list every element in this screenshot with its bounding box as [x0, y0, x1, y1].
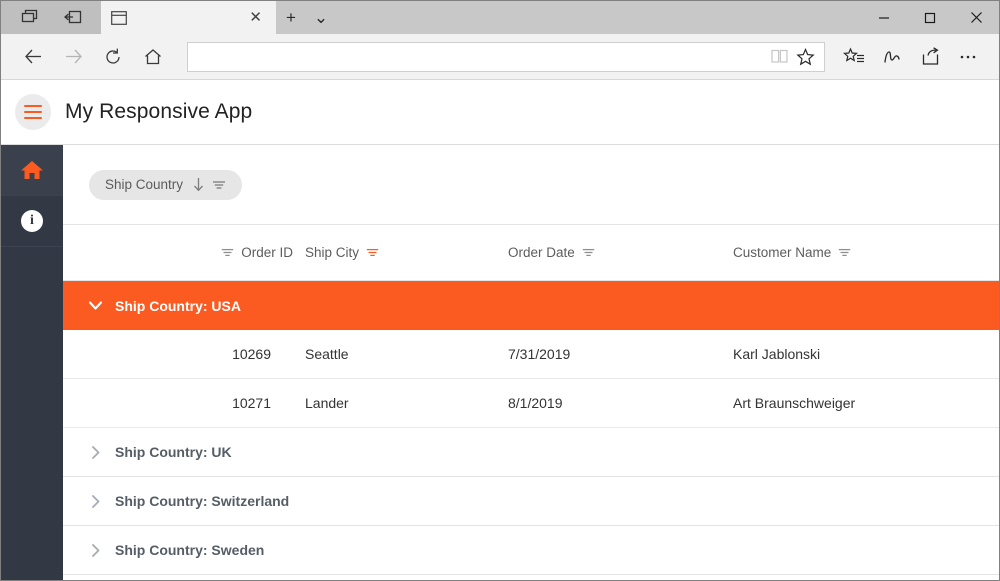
reading-view-icon[interactable] [766, 44, 792, 70]
group-chip-icons [192, 177, 226, 192]
hamburger-bar [24, 111, 42, 113]
new-tab-button[interactable]: + [276, 1, 306, 34]
app-header: My Responsive App [1, 80, 999, 144]
info-icon: i [21, 210, 43, 232]
sort-ascending-icon[interactable] [192, 177, 205, 192]
group-row-sweden[interactable]: Ship Country: Sweden [63, 526, 999, 575]
address-bar[interactable] [187, 42, 825, 72]
favorites-hub-icon[interactable] [835, 40, 873, 74]
column-header-label: Order ID [241, 245, 293, 260]
cell-customer-name: Karl Jablonski [733, 346, 999, 362]
sidebar-item-home[interactable] [1, 145, 63, 196]
hamburger-menu-icon[interactable] [15, 94, 51, 130]
cell-ship-city: Seattle [293, 346, 508, 362]
hamburger-bar [24, 117, 42, 119]
make-a-note-icon[interactable] [873, 40, 911, 74]
sidebar: i [1, 145, 63, 581]
column-header-label: Ship City [305, 245, 359, 260]
filter-icon[interactable] [366, 247, 379, 258]
column-header-label: Customer Name [733, 245, 831, 260]
tab-tools-group [1, 1, 101, 34]
chevron-down-icon[interactable] [81, 300, 109, 311]
group-row-switzerland[interactable]: Ship Country: Switzerland [63, 477, 999, 526]
column-header-label: Order Date [508, 245, 575, 260]
home-icon [20, 159, 44, 181]
back-button[interactable] [13, 40, 53, 74]
url-input[interactable] [194, 49, 766, 64]
group-chip-ship-country[interactable]: Ship Country [89, 170, 242, 200]
tab-preview-icon[interactable] [14, 5, 44, 31]
grid-container: Ship Country [63, 145, 999, 581]
grid-header-row: Order ID Ship City Order Date [63, 225, 999, 281]
column-header-customer-name[interactable]: Customer Name [733, 245, 999, 260]
cell-order-id: 10271 [63, 395, 293, 411]
chevron-right-icon[interactable] [81, 494, 109, 509]
cell-order-date: 8/1/2019 [508, 395, 733, 411]
maximize-button[interactable] [907, 1, 953, 34]
group-row-label: Ship Country: USA [115, 298, 241, 314]
cell-order-id: 10269 [63, 346, 293, 362]
group-drop-area[interactable]: Ship Country [63, 145, 999, 225]
refresh-icon[interactable] [93, 40, 133, 74]
filter-icon[interactable] [221, 247, 234, 258]
browser-window: ✕ + ⌄ [0, 0, 1000, 581]
filter-icon[interactable] [582, 247, 595, 258]
group-row-usa[interactable]: Ship Country: USA [63, 281, 999, 330]
window-controls [861, 1, 999, 34]
chevron-right-icon[interactable] [81, 445, 109, 460]
close-window-button[interactable] [953, 1, 999, 34]
column-header-order-date[interactable]: Order Date [508, 245, 733, 260]
cell-customer-name: Art Braunschweiger [733, 395, 999, 411]
more-icon[interactable] [949, 40, 987, 74]
group-row-label: Ship Country: Sweden [115, 542, 264, 558]
browser-navigation-bar [1, 34, 999, 80]
group-row-label: Ship Country: Switzerland [115, 493, 289, 509]
home-button[interactable] [133, 40, 173, 74]
table-row[interactable]: 10269Seattle7/31/2019Karl Jablonski [63, 330, 999, 379]
forward-button[interactable] [53, 40, 93, 74]
minimize-button[interactable] [861, 1, 907, 34]
hamburger-bar [24, 105, 42, 107]
app-body: i Ship Country [1, 144, 999, 581]
grid-body: Ship Country: USA 10269Seattle7/31/2019Ka… [63, 281, 999, 581]
table-row[interactable]: 10271Lander8/1/2019Art Braunschweiger [63, 379, 999, 428]
sidebar-item-info[interactable]: i [1, 196, 63, 247]
group-row-uk[interactable]: Ship Country: UK [63, 428, 999, 477]
column-header-order-id[interactable]: Order ID [63, 245, 293, 260]
page-title: My Responsive App [65, 100, 252, 124]
chevron-down-icon[interactable]: ⌄ [306, 1, 336, 34]
set-tabs-aside-icon[interactable] [58, 5, 88, 31]
filter-icon[interactable] [838, 247, 851, 258]
filter-icon[interactable] [212, 179, 226, 191]
favorite-star-icon[interactable] [792, 44, 818, 70]
cell-ship-city: Lander [293, 395, 508, 411]
cell-order-date: 7/31/2019 [508, 346, 733, 362]
titlebar-drag-region [336, 1, 861, 34]
group-chip-label: Ship Country [105, 177, 183, 192]
column-header-ship-city[interactable]: Ship City [293, 245, 508, 260]
chevron-right-icon[interactable] [81, 543, 109, 558]
group-row-label: Ship Country: UK [115, 444, 232, 460]
share-icon[interactable] [911, 40, 949, 74]
page-icon [111, 11, 127, 25]
browser-tab-bar: ✕ + ⌄ [1, 1, 999, 34]
browser-tab[interactable]: ✕ [101, 1, 276, 34]
close-tab-icon[interactable]: ✕ [245, 8, 266, 27]
